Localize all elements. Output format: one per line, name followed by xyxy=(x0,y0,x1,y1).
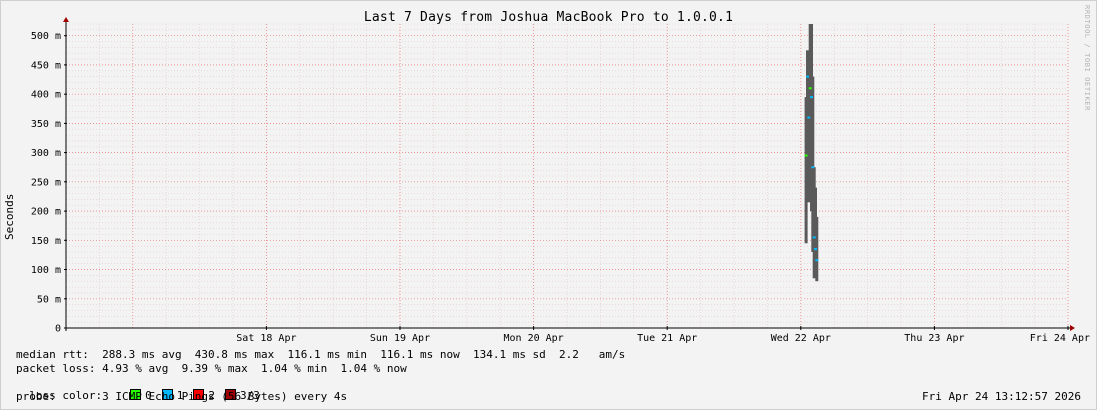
y-tick-label: 0 xyxy=(55,324,61,335)
y-tick-label: 100 m xyxy=(31,265,61,276)
y-tick-label: 350 m xyxy=(31,119,61,130)
y-tick-label: 450 m xyxy=(31,60,61,71)
y-tick-labels: 0 50 m 100 m 150 m 200 m 250 m 300 m 350 m 400 m… xyxy=(31,31,61,334)
y-tick-label: 500 m xyxy=(31,31,61,42)
packet-loss-line: packet loss: 4.93 % avg 9.39 % max 1.04 … xyxy=(16,362,407,375)
median-marker xyxy=(812,236,816,239)
probe-line: probe: 3 ICMP Echo Pings (56 Bytes) ever… xyxy=(16,390,348,403)
axes xyxy=(63,17,1075,331)
x-tick-label: Fri 24 Apr xyxy=(1030,333,1090,344)
x-tick-label: Wed 22 Apr xyxy=(771,333,831,344)
median-marker xyxy=(815,259,819,262)
y-tick-label: 300 m xyxy=(31,148,61,159)
x-tick-label: Mon 20 Apr xyxy=(503,333,563,344)
median-rtt-line: median rtt: 288.3 ms avg 430.8 ms max 11… xyxy=(16,348,626,361)
median-marker xyxy=(806,75,809,78)
x-tick-label: Sat 18 Apr xyxy=(236,333,296,344)
median-marker xyxy=(814,248,817,251)
x-tick-label: Tue 21 Apr xyxy=(637,333,697,344)
minor-grid xyxy=(65,23,1069,328)
y-tick-label: 50 m xyxy=(37,294,61,305)
plot-area: 0 50 m 100 m 150 m 200 m 250 m 300 m 350 m 400 m… xyxy=(31,17,1090,344)
timestamp: Fri Apr 24 13:12:57 2026 xyxy=(922,390,1081,403)
y-tick-label: 250 m xyxy=(31,177,61,188)
median-marker xyxy=(811,166,815,169)
x-tick-labels: Sat 18 Apr Sun 19 Apr Mon 20 Apr Tue 21 Apr… xyxy=(236,333,1090,344)
median-marker xyxy=(810,96,813,99)
x-tick-label: Sun 19 Apr xyxy=(370,333,430,344)
y-tick-label: 200 m xyxy=(31,207,61,218)
median-marker xyxy=(807,116,811,119)
y-tick-label: 400 m xyxy=(31,90,61,101)
x-tick-label: Thu 23 Apr xyxy=(904,333,964,344)
median-marker xyxy=(808,87,812,90)
median-marker xyxy=(804,154,808,157)
y-axis-arrow xyxy=(63,17,69,22)
y-tick-label: 150 m xyxy=(31,236,61,247)
x-axis-arrow xyxy=(1070,325,1075,331)
